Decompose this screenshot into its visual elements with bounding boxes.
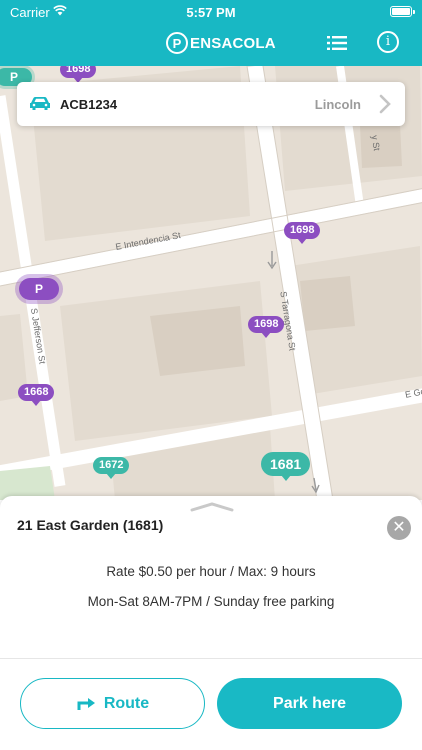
route-arrow-icon bbox=[77, 697, 95, 710]
license-plate: ACB1234 bbox=[60, 97, 118, 112]
route-button-label: Route bbox=[103, 694, 150, 712]
zone-marker[interactable]: 1698 bbox=[284, 222, 321, 244]
status-bar: Carrier 5:57 PM bbox=[0, 0, 422, 24]
app-header: Carrier 5:57 PM P ENSACOLA i bbox=[0, 0, 422, 66]
parking-map[interactable]: E Intendencia St S Jefferson St S Tarrag… bbox=[0, 66, 422, 500]
map-background bbox=[0, 66, 422, 500]
zone-marker[interactable]: 1668 bbox=[18, 384, 55, 406]
parking-garage-marker[interactable]: P bbox=[19, 278, 59, 300]
route-button[interactable]: Route bbox=[20, 678, 205, 729]
close-icon[interactable]: ✕ bbox=[387, 516, 411, 540]
chevron-right-icon bbox=[379, 94, 391, 114]
parking-pin-icon: P bbox=[166, 32, 188, 54]
zone-rate: Rate $0.50 per hour / Max: 9 hours bbox=[106, 564, 316, 579]
car-icon bbox=[30, 97, 50, 110]
divider bbox=[0, 658, 422, 659]
park-here-button[interactable]: Park here bbox=[217, 678, 402, 729]
zone-marker[interactable]: 1672 bbox=[93, 457, 130, 479]
zone-title: 21 East Garden (1681) bbox=[17, 517, 164, 533]
app-logo: P ENSACOLA bbox=[166, 31, 276, 55]
clock: 5:57 PM bbox=[186, 5, 236, 20]
battery-icon bbox=[390, 6, 415, 17]
zone-marker[interactable]: 1698 bbox=[60, 66, 97, 83]
zone-marker[interactable]: 1698 bbox=[248, 316, 285, 338]
sheet-handle-icon[interactable] bbox=[190, 502, 234, 512]
list-icon[interactable] bbox=[327, 35, 347, 51]
info-icon[interactable]: i bbox=[377, 31, 399, 53]
zone-hours: Mon-Sat 8AM-7PM / Sunday free parking bbox=[87, 594, 335, 609]
logo-text: ENSACOLA bbox=[190, 34, 276, 52]
selected-zone-marker[interactable]: 1681 bbox=[261, 452, 311, 481]
zone-details-sheet: 21 East Garden (1681) ✕ Rate $0.50 per h… bbox=[0, 496, 422, 750]
vehicle-selector[interactable]: ACB1234 Lincoln bbox=[17, 82, 405, 126]
vehicle-city: Lincoln bbox=[314, 97, 361, 112]
park-here-label: Park here bbox=[273, 694, 346, 712]
